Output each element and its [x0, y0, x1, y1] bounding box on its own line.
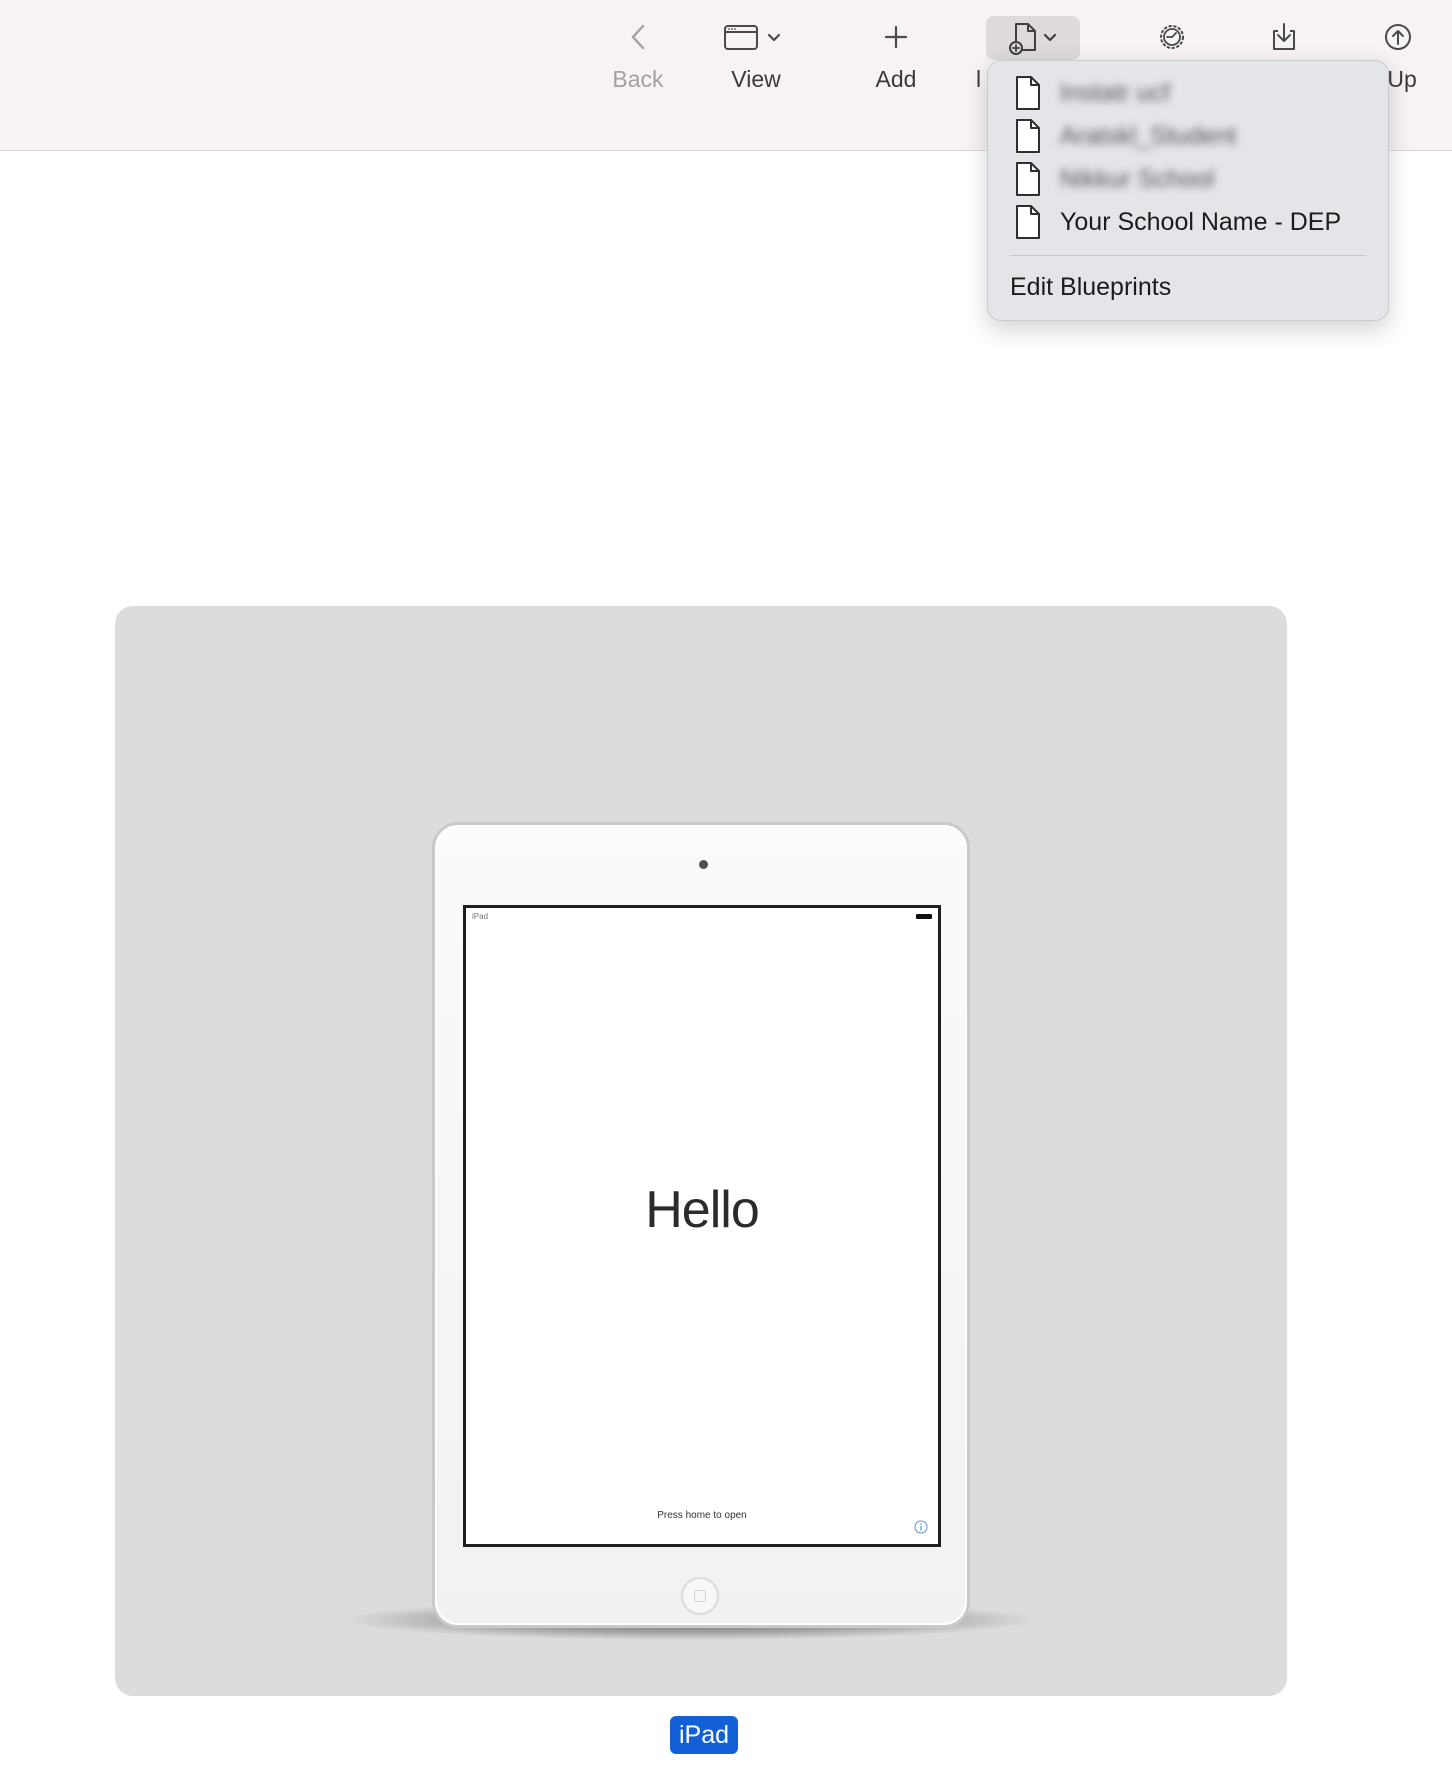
document-icon: [1016, 162, 1040, 196]
window-icon: [722, 14, 790, 60]
gear-icon: [1146, 14, 1198, 60]
menu-item-blueprint-2[interactable]: Aratskl_Student: [998, 115, 1378, 157]
document-icon: [1016, 76, 1040, 110]
document-add-icon: [986, 16, 1080, 60]
menu-item-blueprint-3[interactable]: Nikkur School: [998, 158, 1378, 200]
menu-separator: [1010, 255, 1366, 256]
screen-status-label: iPad: [472, 912, 489, 921]
menu-item-label: Aratskl_Student: [1060, 121, 1237, 150]
screen-hint: Press home to open: [657, 1510, 747, 1521]
menu-item-label: Instatr ucf: [1060, 78, 1170, 107]
add-label: Add: [875, 66, 917, 92]
back-button[interactable]: Back: [612, 0, 664, 150]
ipad-device-image[interactable]: iPad Hello Press home to open: [432, 822, 970, 1628]
view-label: View: [731, 66, 781, 92]
edit-blueprints-menu-item[interactable]: Edit Blueprints: [1010, 273, 1171, 302]
ipad-screen: iPad Hello Press home to open: [463, 905, 941, 1547]
info-icon: [914, 1520, 928, 1534]
menu-item-label: Nikkur School: [1060, 164, 1215, 193]
document-icon: [1016, 205, 1040, 239]
add-button[interactable]: Add: [870, 0, 922, 150]
device-name-label[interactable]: iPad: [670, 1716, 739, 1754]
menu-item-blueprint-1[interactable]: Instatr ucf: [998, 72, 1378, 114]
view-button[interactable]: View: [722, 0, 790, 150]
document-icon: [1016, 119, 1040, 153]
chevron-left-icon: [612, 14, 664, 60]
camera-dot: [699, 860, 708, 869]
menu-item-blueprint-4[interactable]: Your School Name - DEP: [998, 201, 1378, 243]
configurator-window: Back View Add l Up Instatr ucf Aratskl_S…: [0, 0, 1452, 1792]
menu-item-label: Your School Name - DEP: [1060, 207, 1342, 236]
download-tray-icon: [1258, 14, 1310, 60]
plus-icon: [870, 14, 922, 60]
screen-greeting: Hello: [645, 1181, 760, 1239]
blueprints-menu: Instatr ucf Aratskl_Student Nikkur Schoo…: [987, 60, 1389, 321]
battery-icon: [916, 914, 932, 919]
upload-circle-icon: [1372, 14, 1424, 60]
blueprints-label-partial: l: [976, 66, 982, 92]
home-button: [681, 1577, 719, 1615]
